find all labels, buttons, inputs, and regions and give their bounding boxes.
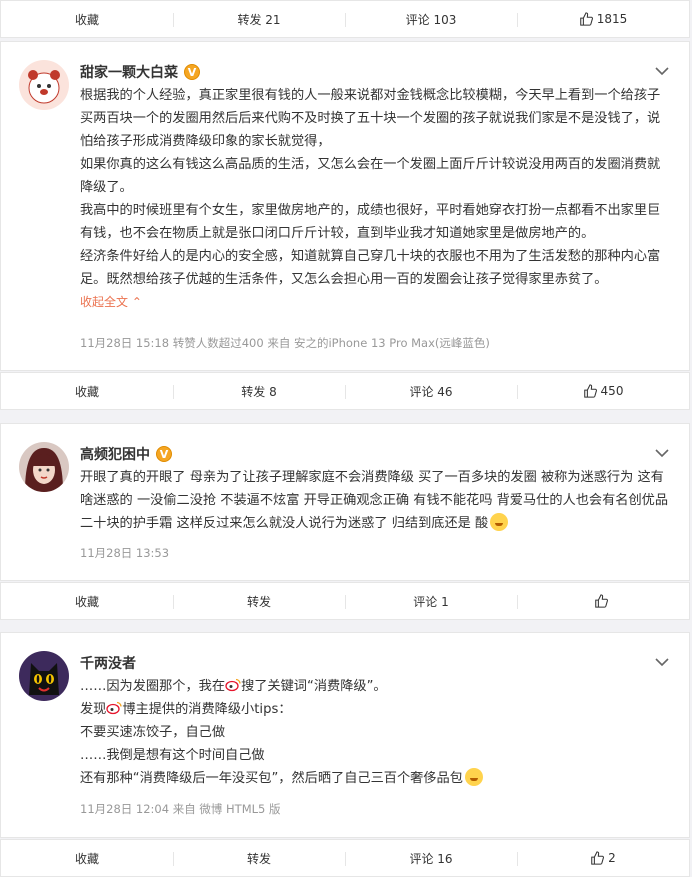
post-card: 甜家一颗大白菜 V 根据我的个人经验，真正家里很有钱的人一般来说都对金钱概念比较…	[0, 41, 690, 371]
verified-badge-icon: V	[184, 64, 200, 80]
verified-badge-icon: V	[156, 446, 172, 462]
comment-label: 评论 46	[409, 384, 453, 399]
thumbs-up-icon	[579, 12, 593, 26]
collect-label: 收藏	[74, 594, 99, 609]
post-line: 还有那种“消费降级后一年没买包”，然后晒了自己三百个奢侈品包	[80, 767, 672, 790]
post-line: ……我倒是想有这个时间自己做	[80, 748, 265, 763]
post-card: 千两没者 ……因为发圈那个，我在 搜了关键词“消费降级”。 发现 博主提供的消费降级…	[0, 632, 690, 838]
avatar[interactable]	[19, 60, 69, 110]
comment-label: 评论 16	[409, 851, 453, 866]
post-line: 发现 博主提供的消费降级小tips：	[80, 698, 672, 721]
repost-button[interactable]: 转发 8	[173, 373, 345, 409]
like-count: 2	[608, 851, 616, 865]
collect-button[interactable]: 收藏	[1, 583, 173, 619]
like-button[interactable]: 450	[517, 373, 689, 409]
sweat-emoji-icon	[464, 768, 483, 786]
post-action-bar: 收藏 转发 评论 1	[0, 582, 690, 620]
post-meta: 11月28日 13:53	[80, 546, 170, 560]
comment-label: 评论 1	[413, 594, 449, 609]
post-paragraph: 开眼了真的开眼了 母亲为了让孩子理解家庭不会消费降级 买了一百多块的发圈 被称为…	[80, 470, 669, 531]
avatar[interactable]	[19, 442, 69, 492]
like-count: 1815	[596, 12, 628, 26]
post-line: 不要买速冻饺子，自己做	[80, 725, 226, 740]
collapse-label: 收起全文	[80, 295, 129, 309]
post-text: 博主提供的消费降级小tips：	[122, 702, 292, 717]
weibo-search-icon	[225, 678, 241, 692]
repost-label: 转发 21	[237, 12, 281, 27]
collect-button[interactable]: 收藏	[1, 1, 173, 37]
post-body: 根据我的个人经验，真正家里很有钱的人一般来说都对金钱概念比较模糊，今天早上看到一…	[80, 84, 672, 314]
like-count: 450	[600, 384, 624, 398]
post-line: ……因为发圈那个，我在 搜了关键词“消费降级”。	[80, 675, 672, 698]
comment-button[interactable]: 评论 46	[345, 373, 517, 409]
collect-label: 收藏	[74, 12, 99, 27]
like-button[interactable]: 2	[517, 840, 689, 876]
post-text: ……因为发圈那个，我在	[80, 679, 226, 694]
username-text: 高频犯困中	[80, 447, 150, 463]
top-action-bar: 收藏 转发 21 评论 103 1815	[0, 0, 690, 38]
chevron-down-icon[interactable]	[655, 448, 669, 458]
repost-label: 转发	[246, 851, 271, 866]
repost-button[interactable]: 转发 21	[173, 1, 345, 37]
girl-avatar-icon	[19, 442, 69, 492]
post-paragraph: 我高中的时候班里有个女生，家里做房地产的，成绩也很好，平时看她穿衣打扮一点都看不…	[80, 203, 661, 241]
username[interactable]: 千两没者	[80, 653, 136, 673]
username[interactable]: 甜家一颗大白菜 V	[80, 62, 200, 82]
post-paragraph: 根据我的个人经验，真正家里很有钱的人一般来说都对金钱概念比较模糊，今天早上看到一…	[80, 88, 661, 149]
collect-label: 收藏	[74, 384, 99, 399]
black-cat-avatar-icon	[19, 651, 69, 701]
post-body: 开眼了真的开眼了 母亲为了让孩子理解家庭不会消费降级 买了一百多块的发圈 被称为…	[80, 466, 672, 535]
post-text: 发现	[80, 702, 107, 717]
post-text: 搜了关键词“消费降级”。	[241, 679, 387, 694]
chevron-down-icon[interactable]	[655, 66, 669, 76]
chevron-down-icon[interactable]	[655, 657, 669, 667]
username[interactable]: 高频犯困中 V	[80, 444, 172, 464]
chevron-up-icon: ⌃	[131, 295, 142, 309]
repost-label: 转发 8	[241, 384, 277, 399]
thumbs-up-icon	[591, 851, 605, 865]
post-card: 高频犯困中 V 开眼了真的开眼了 母亲为了让孩子理解家庭不会消费降级 买了一百多…	[0, 423, 690, 581]
weibo-icon	[106, 701, 123, 715]
thumbs-up-icon	[595, 594, 608, 608]
collect-button[interactable]: 收藏	[1, 373, 173, 409]
post-meta: 11月28日 15:18 转赞人数超过400 来自 安之的iPhone 13 P…	[80, 336, 490, 350]
username-text: 甜家一颗大白菜	[80, 65, 178, 81]
repost-button[interactable]: 转发	[173, 583, 345, 619]
username-text: 千两没者	[80, 656, 136, 672]
comment-button[interactable]: 评论 1	[345, 583, 517, 619]
post-text: 还有那种“消费降级后一年没买包”，然后晒了自己三百个奢侈品包	[80, 771, 463, 786]
post-body: ……因为发圈那个，我在 搜了关键词“消费降级”。 发现 博主提供的消费降级小tips…	[80, 675, 672, 790]
post-action-bar: 收藏 转发 8 评论 46 450	[0, 372, 690, 410]
collect-button[interactable]: 收藏	[1, 840, 173, 876]
post-meta: 11月28日 12:04 来自 微博 HTML5 版	[80, 802, 281, 816]
collect-label: 收藏	[74, 851, 99, 866]
smirk-emoji-icon	[490, 513, 509, 531]
repost-button[interactable]: 转发	[173, 840, 345, 876]
thumbs-up-icon	[583, 384, 597, 398]
post-paragraph: 经济条件好给人的是内心的安全感，知道就算自己穿几十块的衣服也不用为了生活发愁的那…	[80, 249, 661, 287]
like-button[interactable]	[517, 583, 689, 619]
repost-label: 转发	[246, 594, 271, 609]
avatar[interactable]	[19, 651, 69, 701]
collapse-link[interactable]: 收起全文 ⌃	[80, 295, 142, 309]
comment-button[interactable]: 评论 16	[345, 840, 517, 876]
comment-button[interactable]: 评论 103	[345, 1, 517, 37]
post-paragraph: 如果你真的这么有钱这么高品质的生活，又怎么会在一个发圈上面斤斤计较说没用两百的发…	[80, 157, 661, 195]
comment-label: 评论 103	[405, 12, 457, 27]
like-button[interactable]: 1815	[517, 1, 689, 37]
bear-avatar-icon	[19, 60, 69, 110]
post-action-bar: 收藏 转发 评论 16 2	[0, 839, 690, 877]
